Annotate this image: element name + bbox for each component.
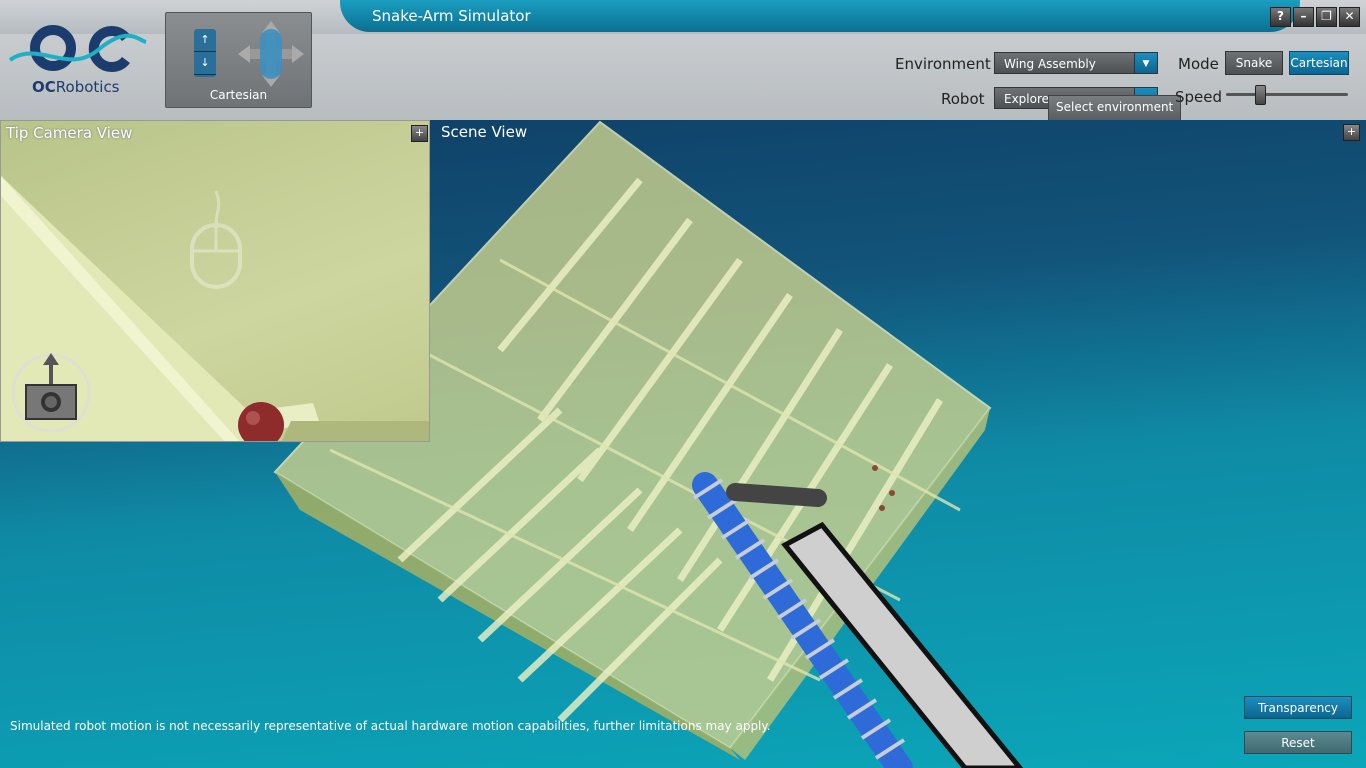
- speed-slider-thumb[interactable]: [1255, 85, 1267, 105]
- robot-value: Explorer: [1004, 92, 1054, 106]
- disclaimer-text: Simulated robot motion is not necessaril…: [10, 719, 771, 733]
- chevron-down-icon[interactable]: ▼: [1134, 53, 1157, 73]
- brand-name: OCRobotics: [32, 78, 120, 96]
- mode-snake-button[interactable]: Snake: [1225, 51, 1283, 75]
- navigation-widget[interactable]: ↑ ↓ Cartesian: [165, 12, 312, 108]
- mouse-icon: [190, 190, 242, 289]
- transparency-button[interactable]: Transparency: [1244, 696, 1352, 719]
- minimize-button[interactable]: –: [1293, 7, 1314, 27]
- tip-camera-view[interactable]: Tip Camera View +: [0, 120, 430, 442]
- close-button[interactable]: ✕: [1339, 7, 1360, 27]
- scene-view[interactable]: Scene View + Tip Camera View + Simulated…: [0, 120, 1366, 768]
- up-down-control[interactable]: ↑ ↓: [194, 29, 216, 77]
- help-button[interactable]: ?: [1270, 7, 1291, 27]
- scene-view-title: Scene View: [441, 123, 528, 141]
- camera-expand-button[interactable]: +: [411, 125, 428, 142]
- mode-label: Mode: [1178, 55, 1219, 73]
- reset-button[interactable]: Reset: [1244, 731, 1352, 754]
- scene-expand-button[interactable]: +: [1343, 124, 1360, 141]
- mode-cartesian-button[interactable]: Cartesian: [1289, 51, 1349, 75]
- speed-slider[interactable]: [1226, 93, 1348, 96]
- environment-value: Wing Assembly: [1004, 57, 1096, 71]
- up-arrow-icon[interactable]: ↑: [194, 29, 216, 52]
- app-title: Snake-Arm Simulator: [372, 7, 531, 25]
- window-controls: ? – ❐ ✕: [1270, 7, 1360, 27]
- down-arrow-icon[interactable]: ↓: [194, 52, 216, 75]
- environment-select[interactable]: Wing Assembly ▼: [994, 52, 1158, 74]
- camera-move-icon[interactable]: [9, 351, 93, 435]
- robot-label: Robot: [941, 90, 985, 108]
- nav-mode-label: Cartesian: [209, 88, 268, 102]
- environment-label: Environment: [895, 55, 991, 73]
- tooltip: Select environment: [1048, 95, 1182, 121]
- tip-camera-title: Tip Camera View: [6, 124, 133, 142]
- restore-button[interactable]: ❐: [1316, 7, 1337, 27]
- move-arrows-icon[interactable]: [236, 19, 306, 89]
- speed-label: Speed: [1175, 88, 1223, 106]
